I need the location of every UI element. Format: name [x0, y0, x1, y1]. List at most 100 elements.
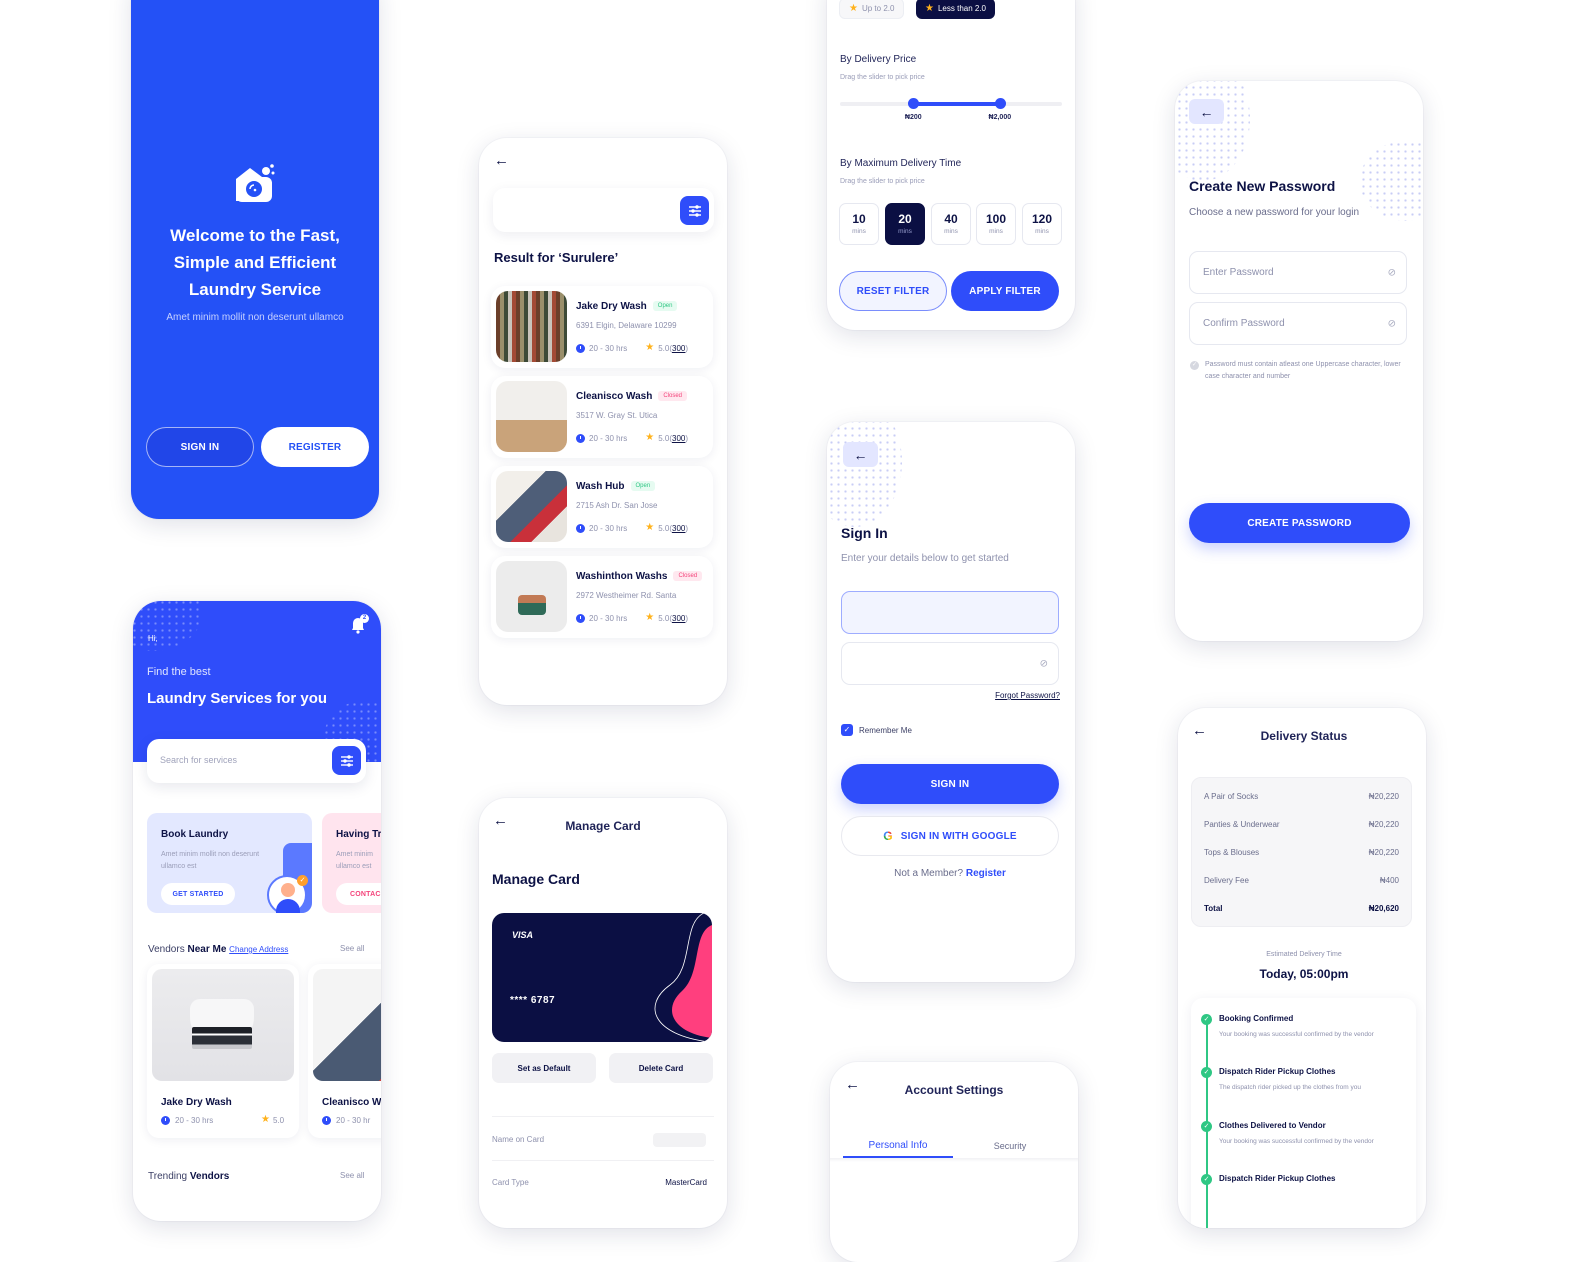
tab-personal-info[interactable]: Personal Info	[843, 1140, 953, 1151]
time-option-120[interactable]: 120 mins	[1022, 203, 1062, 245]
rating-chip-up-to-2[interactable]: ★ Up to 2.0	[839, 0, 905, 19]
email-input[interactable]	[841, 591, 1059, 634]
back-button[interactable]: ←	[1189, 99, 1224, 124]
google-sign-in-label: SIGN IN WITH GOOGLE	[900, 830, 1017, 842]
manage-card-screen: ← Manage Card Manage Card VISA **** 6787…	[479, 798, 727, 1228]
result-card[interactable]: Washinthon Washs Closed 2972 Westheimer R…	[491, 556, 713, 638]
reviews-link[interactable]: 300	[672, 614, 685, 623]
time-option-20[interactable]: 20 mins	[885, 203, 925, 245]
eye-off-icon[interactable]: ⊘	[1388, 318, 1396, 329]
tab-security[interactable]: Security	[955, 1141, 1065, 1151]
vendor-address: 3517 W. Gray St. Utica	[576, 411, 658, 420]
promo-card-book-laundry[interactable]: Book Laundry Amet minim mollit non deser…	[147, 813, 312, 913]
vendor-rating: 5.0(300)	[658, 613, 689, 623]
eye-off-icon[interactable]: ⊘	[1040, 658, 1048, 669]
vendor-name: Jake Dry Wash Open	[576, 301, 678, 312]
create-password-button[interactable]: CREATE PASSWORD	[1189, 503, 1410, 543]
step-desc: Your booking was successful confirmed by…	[1219, 1031, 1374, 1038]
sign-in-submit-button[interactable]: SIGN IN	[841, 764, 1059, 804]
eye-off-icon[interactable]: ⊘	[1388, 267, 1396, 278]
time-unit: mins	[898, 228, 912, 235]
sign-in-button[interactable]: SIGN IN	[146, 427, 254, 467]
clock-icon	[322, 1116, 331, 1125]
google-sign-in-button[interactable]: G SIGN IN WITH GOOGLE	[841, 816, 1059, 856]
confirm-password-input[interactable]: Confirm Password ⊘	[1189, 302, 1407, 345]
reset-filter-button[interactable]: RESET FILTER	[839, 271, 947, 311]
reviews-link[interactable]: 300	[672, 524, 685, 533]
price-min-label: ₦200	[904, 114, 922, 121]
filter-screen: ★ Up to 2.0 ★ Less than 2.0 By Delivery Pr…	[827, 0, 1075, 330]
remember-me-label: Remember Me	[859, 725, 912, 735]
reviews-link[interactable]: 300	[672, 344, 685, 353]
get-started-button[interactable]: GET STARTED	[161, 883, 235, 905]
credit-card[interactable]: VISA **** 6787	[492, 913, 712, 1042]
welcome-title-line: Welcome to the Fast,	[170, 226, 340, 245]
star-icon: ★	[645, 612, 655, 623]
time-option-40[interactable]: 40 mins	[931, 203, 971, 245]
star-icon: ★	[925, 2, 934, 14]
heading-light: Vendors	[148, 944, 185, 955]
search-input[interactable]: Search for services	[160, 755, 237, 765]
search-bar[interactable]: Search for services	[147, 739, 366, 783]
result-card[interactable]: Cleanisco Wash Closed 3517 W. Gray St. Ut…	[491, 376, 713, 458]
promo-card-having-trouble[interactable]: Having Tr Amet minim ullamco est CONTAC	[322, 813, 381, 913]
rule-check-icon: ✓	[1190, 361, 1199, 370]
see-all-vendors-link[interactable]: See all	[340, 944, 364, 953]
vendor-name-text: Cleanisco Wash	[576, 391, 653, 402]
result-card[interactable]: Wash Hub Open 2715 Ash Dr. San Jose 20 - …	[491, 466, 713, 548]
welcome-subtitle: Amet minim mollit non deserunt ullamco	[166, 312, 344, 323]
step-title: Dispatch Rider Pickup Clothes	[1219, 1067, 1336, 1076]
clock-icon	[576, 523, 585, 533]
price-max-label: ₦2,000	[988, 114, 1012, 121]
search-bar[interactable]	[493, 188, 714, 232]
set-default-button[interactable]: Set as Default	[492, 1053, 596, 1083]
item-amount: ₦20,220	[1368, 792, 1399, 801]
back-arrow-icon[interactable]: ←	[494, 153, 509, 168]
promo-desc: Amet minim mollit non deserunt ullamco e…	[161, 851, 260, 870]
price-slider-max-handle[interactable]	[994, 98, 1006, 109]
dots-decoration	[133, 601, 203, 651]
register-link[interactable]: Register	[966, 868, 1006, 879]
reviews-link[interactable]: 300	[672, 434, 685, 443]
contact-button[interactable]: CONTAC	[336, 883, 381, 905]
item-label: Panties & Underwear	[1204, 820, 1280, 829]
filter-button[interactable]	[680, 196, 709, 225]
time-option-100[interactable]: 100 mins	[976, 203, 1016, 245]
vendor-card[interactable]: Jake Dry Wash 20 - 30 hrs ★ 5.0	[147, 964, 299, 1138]
step-desc: The dispatch rider picked up the clothes…	[1219, 1084, 1361, 1091]
back-button[interactable]: ←	[843, 442, 878, 467]
enter-password-input[interactable]: Enter Password ⊘	[1189, 251, 1407, 294]
laundry-logo-icon	[234, 163, 276, 203]
result-card[interactable]: Jake Dry Wash Open 6391 Elgin, Delaware 1…	[491, 286, 713, 368]
page-subtitle: Choose a new password for your login	[1189, 207, 1360, 218]
delete-card-button[interactable]: Delete Card	[609, 1053, 713, 1083]
apply-filter-button[interactable]: APPLY FILTER	[951, 271, 1059, 311]
notification-bell-icon[interactable]: 2	[350, 614, 369, 634]
time-unit: mins	[852, 228, 866, 235]
vendor-address: 2972 Westheimer Rd. Santa	[576, 591, 677, 600]
header-title: Account Settings	[904, 1083, 1004, 1097]
price-slider-fill	[913, 102, 1000, 106]
price-slider[interactable]: ₦200 ₦2,000	[840, 98, 1062, 121]
order-item-row: Tops & Blouses ₦20,220	[1204, 848, 1399, 857]
register-button[interactable]: REGISTER	[261, 427, 369, 467]
time-option-10[interactable]: 10 mins	[839, 203, 879, 245]
vendor-meta: 20 - 30 hrs ★ 5.0(300)	[576, 433, 711, 443]
clock-icon	[161, 1116, 170, 1125]
forgot-password-link[interactable]: Forgot Password?	[995, 691, 1060, 700]
home-screen: Hi, 2 Find the best Laundry Services for…	[133, 601, 381, 1221]
change-address-link[interactable]: Change Address	[229, 945, 288, 954]
rating-value: 5.0	[658, 613, 670, 623]
filter-button[interactable]	[332, 746, 361, 775]
time-value: 100	[985, 212, 1007, 226]
remember-me-checkbox[interactable]: ✓ Remember Me	[841, 724, 912, 736]
checkbox-checked-icon[interactable]: ✓	[841, 724, 853, 736]
see-all-trending-link[interactable]: See all	[340, 1171, 364, 1180]
back-arrow-icon: ←	[853, 446, 868, 463]
star-icon: ★	[849, 2, 858, 14]
password-input[interactable]: ⊘	[841, 642, 1059, 685]
vendor-card[interactable]: Cleanisco Wa 20 - 30 hr	[308, 964, 381, 1138]
step-title: Dispatch Rider Pickup Clothes	[1219, 1174, 1336, 1183]
rating-chip-less-than-2[interactable]: ★ Less than 2.0	[916, 0, 996, 19]
price-slider-min-handle[interactable]	[908, 98, 920, 109]
